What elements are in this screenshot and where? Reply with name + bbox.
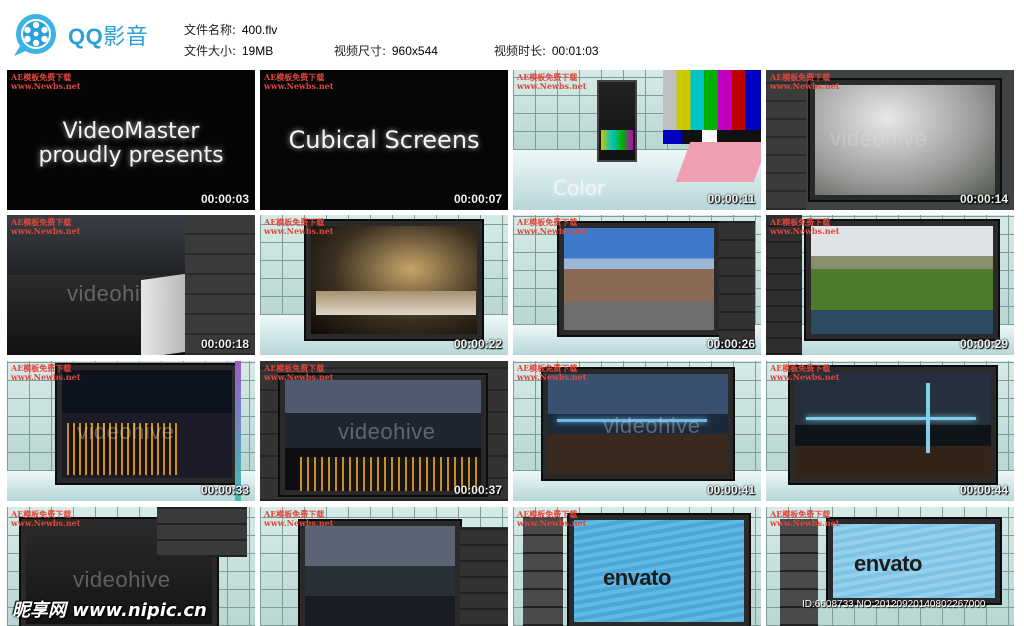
watermark-text: AE模板免费下载 www.Newbs.net	[770, 217, 840, 236]
caption-line: proudly presents	[38, 143, 224, 168]
cube-column	[185, 215, 255, 355]
cube-column	[766, 70, 806, 210]
thumbnail[interactable]: videohive AE模板免费下载 www.Newbs.net 00:00:14	[766, 70, 1014, 210]
thumbnail[interactable]: AE模板免费下载 www.Newbs.net 00:00:29	[766, 215, 1014, 355]
glitch-line	[235, 361, 241, 501]
envato-logo: envato	[854, 551, 922, 576]
timestamp: 00:00:44	[959, 483, 1008, 497]
watermark-text: AE模板免费下载 www.Newbs.net	[770, 72, 840, 91]
bridge-tower	[926, 383, 930, 453]
watermark-text: AE模板免费下载 www.Newbs.net	[770, 509, 840, 528]
nipic-watermark: 昵享网 www.nipic.cn	[12, 600, 207, 621]
watermark-text: AE模板免费下载 www.Newbs.net	[264, 217, 334, 236]
cube-column	[460, 527, 508, 626]
watermark-text: AE模板免费下载 www.Newbs.net	[264, 363, 334, 382]
timestamp: 00:00:41	[706, 483, 755, 497]
color-bars-screen	[663, 70, 761, 130]
thumbnail[interactable]: envato AE模板免费下载 www.Newbs.net	[513, 507, 761, 626]
video-duration-row: 视频时长: 00:01:03	[494, 42, 599, 59]
watermark-text: AE模板免费下载 www.Newbs.net	[517, 509, 587, 528]
timestamp: 00:00:11	[707, 192, 755, 206]
file-size-value: 19MB	[241, 44, 274, 58]
watermark-text: AE模板免费下载 www.Newbs.net	[11, 363, 81, 382]
caption-line: VideoMaster	[62, 119, 200, 144]
cube-stack	[523, 517, 563, 626]
timestamp: 00:00:14	[959, 192, 1008, 206]
video-dims-row: 视频尺寸: 960x544	[334, 42, 438, 59]
videohive-brand: videohive	[67, 281, 165, 306]
watermark-text: AE模板免费下载 www.Newbs.net	[11, 217, 81, 236]
watermark-text: AE模板免费下载 www.Newbs.net	[11, 72, 81, 91]
timestamp: 00:00:03	[200, 192, 249, 206]
video-screen	[306, 221, 482, 339]
videohive-brand: videohive	[603, 413, 701, 438]
file-size-label: 文件大小:	[184, 44, 237, 58]
watermark-text: AE模板免费下载 www.Newbs.net	[264, 72, 334, 91]
timestamp: 00:00:26	[706, 337, 755, 351]
file-name-value: 400.flv	[241, 23, 278, 37]
app-name-latin: QQ	[68, 24, 104, 49]
cube-column	[766, 215, 802, 355]
videohive-brand: videohive	[830, 126, 928, 151]
videohive-brand: videohive	[338, 419, 436, 444]
thumbnail[interactable]: Color AE模板免费下载 www.Newbs.net 00:00:11	[513, 70, 761, 210]
video-duration-value: 00:01:03	[551, 44, 599, 58]
thumbnail[interactable]: videohive AE模板免费下载 www.Newbs.net 00:00:33	[7, 361, 255, 501]
cube-column	[719, 221, 755, 349]
video-screen	[790, 367, 996, 483]
video-duration-label: 视频时长:	[494, 44, 547, 58]
file-name-row: 文件名称: 400.flv	[184, 21, 277, 38]
videohive-brand: videohive	[73, 567, 171, 592]
cube-screen	[601, 130, 633, 150]
film-reel-icon	[12, 12, 62, 58]
file-size-row: 文件大小: 19MB	[184, 42, 273, 59]
thumbnail[interactable]: AE模板免费下载 www.Newbs.net 00:00:22	[260, 215, 508, 355]
watermark-text: AE模板免费下载 www.Newbs.net	[517, 72, 587, 91]
timestamp: 00:00:37	[453, 483, 502, 497]
thumbnail[interactable]: AE模板免费下载 www.Newbs.net 00:00:44	[766, 361, 1014, 501]
bridge-lights	[806, 417, 976, 420]
thumbnail[interactable]: AE模板免费下载 www.Newbs.net Cubical Screens 00…	[260, 70, 508, 210]
qq-player-logo: QQ影音	[12, 12, 148, 58]
image-id: ID:6608733 NO:20120920140802267000	[802, 599, 986, 610]
watermark-text: AE模板免费下载 www.Newbs.net	[11, 509, 81, 528]
thumbnail[interactable]: AE模板免费下载 www.Newbs.net 00:00:26	[513, 215, 761, 355]
thumbnail-grid: AE模板免费下载 www.Newbs.net VideoMaster proudl…	[7, 70, 1017, 626]
timestamp: 00:00:29	[959, 337, 1008, 351]
pink-floor-patch	[675, 142, 761, 182]
envato-logo: envato	[603, 565, 671, 590]
color-caption: Color	[553, 176, 606, 200]
watermark-text: AE模板免费下载 www.Newbs.net	[264, 509, 334, 528]
video-screen	[806, 221, 998, 339]
video-screen	[559, 223, 719, 335]
watermark-text: AE模板免费下载 www.Newbs.net	[517, 217, 587, 236]
cube-column	[157, 507, 247, 557]
timestamp: 00:00:22	[453, 337, 502, 351]
timestamp: 00:00:33	[200, 483, 249, 497]
video-dims-label: 视频尺寸:	[334, 44, 387, 58]
file-info-header: QQ影音 文件名称: 400.flv 文件大小: 19MB 视频尺寸: 960x…	[0, 0, 1024, 66]
timestamp: 00:00:18	[200, 337, 249, 351]
watermark-text: AE模板免费下载 www.Newbs.net	[517, 363, 587, 382]
app-name: QQ影音	[68, 19, 148, 51]
video-dims-value: 960x544	[391, 44, 438, 58]
thumbnail[interactable]: videohive AE模板免费下载 www.Newbs.net 00:00:18	[7, 215, 255, 355]
thumbnail[interactable]: videohive AE模板免费下载 www.Newbs.net 00:00:37	[260, 361, 508, 501]
videohive-brand: videohive	[77, 419, 175, 444]
fog-band	[316, 291, 476, 315]
thumbnail[interactable]: AE模板免费下载 www.Newbs.net	[260, 507, 508, 626]
timestamp: 00:00:07	[453, 192, 502, 206]
intro-caption: VideoMaster proudly presents	[7, 120, 255, 168]
file-name-label: 文件名称:	[184, 23, 237, 37]
app-name-cn: 影音	[103, 25, 149, 50]
video-screen	[300, 521, 460, 626]
title-caption: Cubical Screens	[288, 126, 480, 154]
thumbnail[interactable]: videohive AE模板免费下载 www.Newbs.net 00:00:41	[513, 361, 761, 501]
watermark-text: AE模板免费下载 www.Newbs.net	[770, 363, 840, 382]
thumbnail[interactable]: AE模板免费下载 www.Newbs.net VideoMaster proudl…	[7, 70, 255, 210]
